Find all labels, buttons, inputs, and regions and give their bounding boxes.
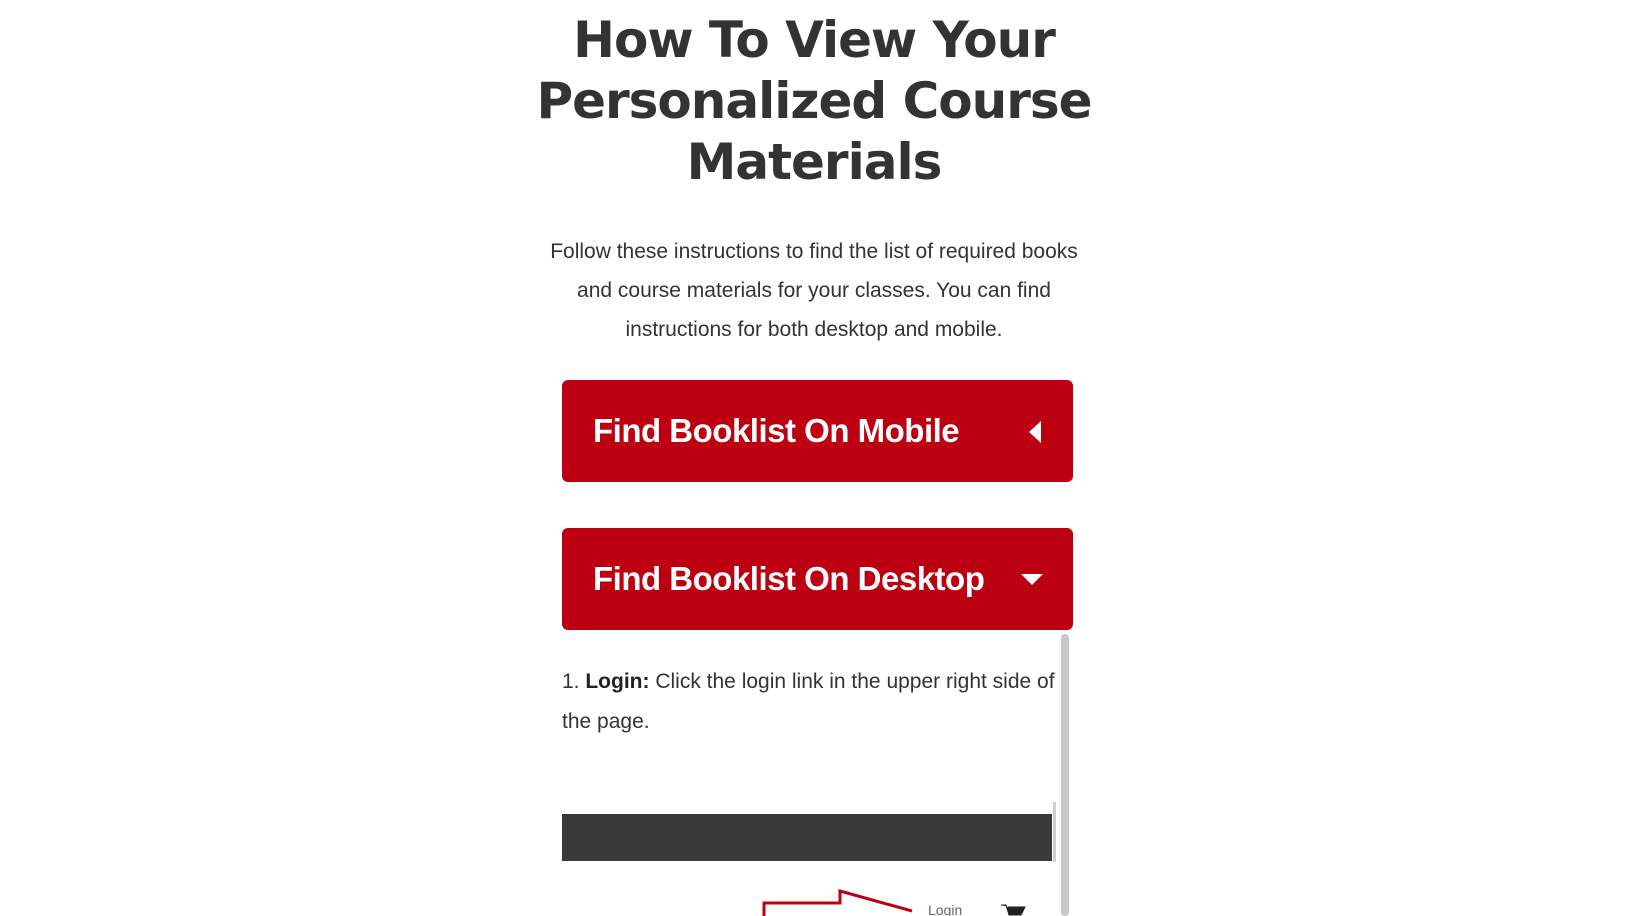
- accordion-title: Find Booklist On Desktop: [593, 560, 985, 597]
- screenshot-header-bar: [562, 814, 1052, 861]
- cart-icon: [1001, 904, 1026, 916]
- page-title: How To View Your Personalized Course Mat…: [536, 11, 1092, 191]
- arrow-icon: [762, 889, 913, 916]
- screenshot-login-link: Login: [928, 902, 963, 916]
- inner-scrollbar[interactable]: [1053, 802, 1056, 862]
- step-title: Login:: [585, 670, 650, 693]
- accordion-title: Find Booklist On Mobile: [593, 412, 960, 449]
- intro-text: Follow these instructions to find the li…: [550, 240, 1078, 341]
- step-1-text: 1. Login: Click the login link in the up…: [562, 662, 1057, 742]
- accordion-find-booklist-desktop[interactable]: Find Booklist On Desktop: [562, 528, 1073, 630]
- page: How To View Your Personalized Course Mat…: [0, 0, 1629, 916]
- caret-down-icon: [1021, 574, 1043, 585]
- accordion-panel-desktop[interactable]: 1. Login: Click the login link in the up…: [562, 632, 1070, 916]
- step-number: 1.: [562, 670, 580, 693]
- panel-scrollbar[interactable]: [1061, 634, 1069, 916]
- caret-left-icon: [1029, 421, 1041, 443]
- accordion-find-booklist-mobile[interactable]: Find Booklist On Mobile: [562, 380, 1073, 482]
